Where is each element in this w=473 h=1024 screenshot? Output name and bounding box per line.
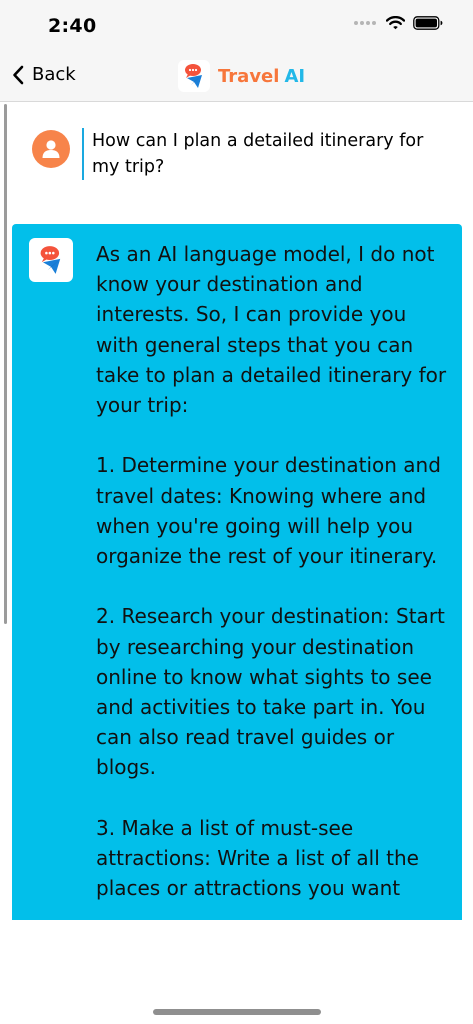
ai-response-card: As an AI language model, I do not know y…	[12, 224, 462, 920]
cellular-signal-icon	[354, 21, 376, 25]
wifi-icon	[386, 16, 405, 30]
ai-response-step-2: 2. Research your destination: Start by r…	[96, 604, 445, 780]
user-message-bubble: How can I plan a detailed itinerary for …	[82, 128, 452, 180]
home-indicator[interactable]	[153, 1009, 321, 1015]
travel-ai-logo-icon	[178, 60, 210, 92]
ai-response-intro: As an AI language model, I do not know y…	[96, 242, 447, 418]
status-bar: 2:40	[0, 0, 473, 54]
ai-response-step-1: 1. Determine your destination and travel…	[96, 453, 441, 569]
navigation-bar: Back Travel AI	[0, 54, 473, 102]
title-travel: Travel	[218, 65, 280, 87]
back-button[interactable]: Back	[12, 64, 76, 85]
ai-response-step-3: 3. Make a list of must-see attractions: …	[96, 815, 419, 901]
ai-response-text: As an AI language model, I do not know y…	[96, 239, 448, 920]
user-question-text: How can I plan a detailed itinerary for …	[92, 131, 424, 177]
title-ai: AI	[284, 65, 306, 87]
user-avatar-icon	[32, 130, 70, 168]
back-label: Back	[32, 64, 76, 85]
app-title: Travel AI	[178, 60, 305, 92]
status-time: 2:40	[48, 15, 97, 37]
status-icons	[354, 16, 443, 30]
travel-ai-logo-icon	[29, 238, 73, 282]
scroll-indicator[interactable]	[4, 104, 7, 624]
back-chevron-icon	[13, 65, 24, 84]
battery-icon	[413, 16, 443, 30]
